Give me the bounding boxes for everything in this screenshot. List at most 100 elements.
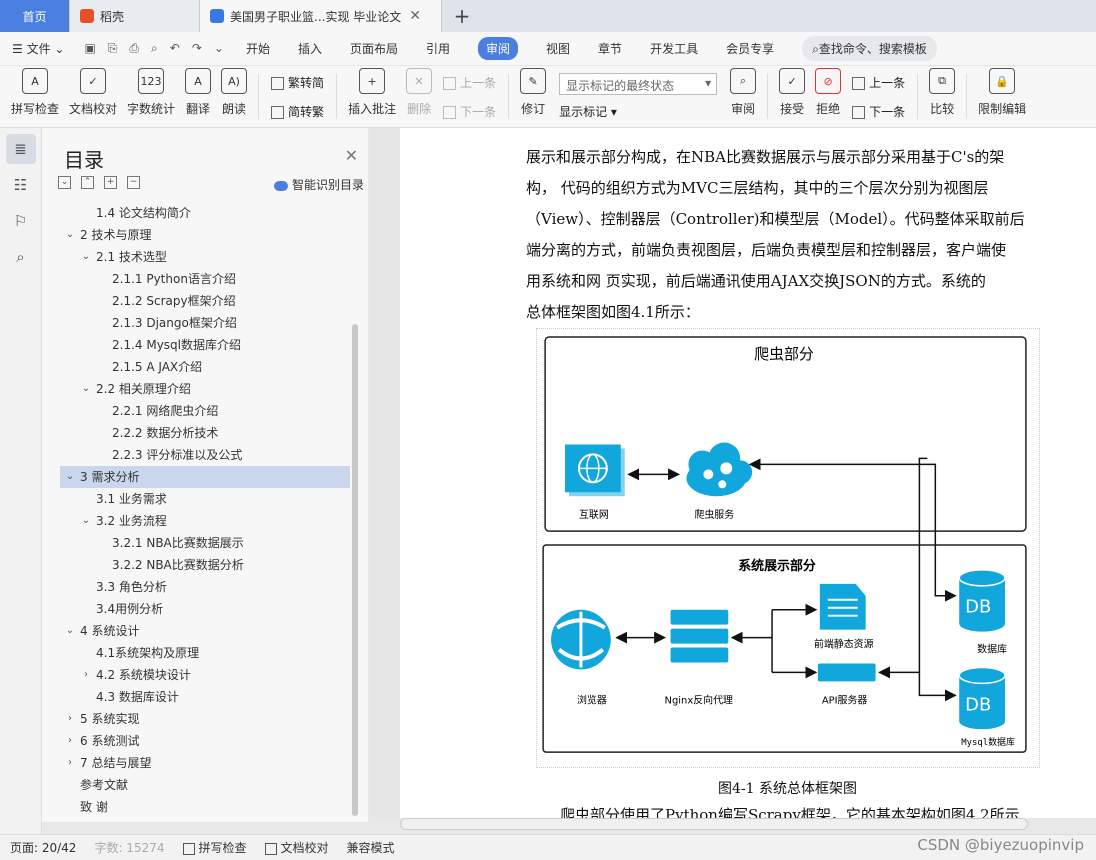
- next-paragraph[interactable]: 爬虫部分使用了Python编写Scrapy框架，它的基本架构如图4.2所示: [560, 804, 1020, 818]
- menu-item-member[interactable]: 会员专享: [726, 40, 774, 57]
- menu-item-view[interactable]: 视图: [546, 40, 570, 57]
- toc-item[interactable]: ⌄ 2 技术与原理: [60, 224, 350, 246]
- menu-item-start[interactable]: 开始: [246, 40, 270, 57]
- toc-item[interactable]: ⌄ 4 系统设计: [60, 620, 350, 642]
- toc-item[interactable]: 2.1.3 Django框架介绍: [60, 312, 350, 334]
- clip-icon[interactable]: ⎘: [108, 41, 118, 56]
- read-aloud-button[interactable]: A) 朗读: [216, 66, 252, 127]
- close-icon[interactable]: ✕: [345, 146, 358, 165]
- toc-item[interactable]: ⌄ 2.1 技术选型: [60, 246, 350, 268]
- toc-item[interactable]: 3.3 角色分析: [60, 576, 350, 598]
- toc-item[interactable]: 2.1.5 A JAX介绍: [60, 356, 350, 378]
- spell-check-button[interactable]: A 拼写检查: [6, 66, 64, 127]
- more-icon[interactable]: ⌄: [214, 41, 224, 56]
- page-indicator[interactable]: 页面: 20/42: [10, 839, 76, 856]
- insert-comment-button[interactable]: + 插入批注: [343, 66, 401, 127]
- review-pane-button[interactable]: ⌕ 审阅: [725, 66, 761, 127]
- word-count-status[interactable]: 字数: 15274: [94, 839, 164, 856]
- markup-state-select[interactable]: 显示标记的最终状态: [559, 73, 718, 95]
- smart-toc-button[interactable]: 智能识别目录: [274, 176, 364, 193]
- chevron-down-icon[interactable]: ⌄: [80, 246, 92, 268]
- toc-item[interactable]: 2.1.1 Python语言介绍: [60, 268, 350, 290]
- toc-item[interactable]: › 6 系统测试: [60, 730, 350, 752]
- toc-item[interactable]: ⌄ 3.2 业务流程: [60, 510, 350, 532]
- chevron-right-icon[interactable]: ›: [80, 664, 92, 686]
- toc-item[interactable]: 4.1系统架构及原理: [60, 642, 350, 664]
- menu-item-review[interactable]: 审阅: [478, 37, 519, 60]
- restrict-editing-button[interactable]: 🔒 限制编辑: [973, 66, 1031, 127]
- reject-button[interactable]: ⊘ 拒绝: [810, 66, 846, 127]
- horizontal-scrollbar[interactable]: [400, 818, 1028, 830]
- simp-to-trad-button[interactable]: 简转繁: [271, 103, 324, 120]
- toc-nav-icon[interactable]: ≣: [5, 134, 36, 164]
- toc-item[interactable]: › 4.2 系统模块设计: [60, 664, 350, 686]
- track-changes-button[interactable]: ✎ 修订: [515, 66, 551, 127]
- body-paragraph[interactable]: 展示和展示部分构成，在NBA比赛数据展示与展示部分采用基于C's的架 构， 代码的…: [526, 142, 1050, 328]
- preview-icon[interactable]: ⌕: [151, 41, 158, 56]
- chevron-down-icon[interactable]: ⌄: [64, 466, 76, 488]
- chevron-down-icon[interactable]: ⌄: [64, 224, 76, 246]
- toc-item[interactable]: 2.1.2 Scrapy框架介绍: [60, 290, 350, 312]
- toc-item[interactable]: 1.4 论文结构简介: [60, 202, 350, 224]
- next-change-button[interactable]: 下一条: [852, 103, 905, 120]
- translate-button[interactable]: A 翻译: [180, 66, 216, 127]
- toc-item[interactable]: 3.1 业务需求: [60, 488, 350, 510]
- trad-to-simp-button[interactable]: 繁转简: [271, 74, 324, 91]
- menu-item-layout[interactable]: 页面布局: [350, 40, 398, 57]
- menu-item-devtools[interactable]: 开发工具: [650, 40, 698, 57]
- toc-item[interactable]: 3.2.1 NBA比赛数据展示: [60, 532, 350, 554]
- doc-proof-button[interactable]: ✓ 文档校对: [64, 66, 122, 127]
- delete-comment-button[interactable]: ✕ 删除: [401, 66, 437, 127]
- toc-item[interactable]: 3.2.2 NBA比赛数据分析: [60, 554, 350, 576]
- toc-scrollbar[interactable]: [352, 324, 358, 816]
- file-menu[interactable]: ☰ 文件 ⌄: [12, 40, 64, 57]
- toc-item[interactable]: 4.3 数据库设计: [60, 686, 350, 708]
- add-heading-icon[interactable]: +: [104, 176, 117, 189]
- toc-item[interactable]: › 7 总结与展望: [60, 752, 350, 774]
- tab-docer[interactable]: 稻壳: [70, 0, 200, 32]
- prev-comment-button[interactable]: 上一条: [443, 74, 496, 91]
- toc-item[interactable]: 3.4用例分析: [60, 598, 350, 620]
- collapse-all-icon[interactable]: ⌄: [58, 176, 71, 189]
- tab-home[interactable]: 首页: [0, 0, 70, 32]
- toc-item[interactable]: 2.2.2 数据分析技术: [60, 422, 350, 444]
- redo-icon[interactable]: ↷: [192, 41, 202, 56]
- show-markup-button[interactable]: 显示标记 ▾: [559, 103, 717, 120]
- tab-document[interactable]: 美国男子职业篮...实现 毕业论文 ✕: [200, 0, 442, 32]
- save-icon[interactable]: ▣: [84, 41, 95, 56]
- toc-item[interactable]: › 5 系统实现: [60, 708, 350, 730]
- toc-item[interactable]: 2.2.1 网络爬虫介绍: [60, 400, 350, 422]
- menu-item-insert[interactable]: 插入: [298, 40, 322, 57]
- chevron-right-icon[interactable]: ›: [64, 730, 76, 752]
- bookmark-icon[interactable]: ⚐: [6, 206, 36, 236]
- word-count-button[interactable]: 123 字数统计: [122, 66, 180, 127]
- toc-item[interactable]: ⌄ 3 需求分析: [60, 466, 350, 488]
- search-nav-icon[interactable]: ⌕: [6, 242, 36, 272]
- expand-all-icon[interactable]: ⌃: [81, 176, 94, 189]
- menu-item-reference[interactable]: 引用: [426, 40, 450, 57]
- print-icon[interactable]: ⎙: [129, 41, 139, 56]
- chevron-down-icon[interactable]: ⌄: [64, 620, 76, 642]
- toc-item[interactable]: 参考文献: [60, 774, 350, 796]
- chevron-down-icon[interactable]: ⌄: [80, 378, 92, 400]
- toc-item[interactable]: 2.1.4 Mysql数据库介绍: [60, 334, 350, 356]
- prev-change-button[interactable]: 上一条: [852, 74, 905, 91]
- next-comment-button[interactable]: 下一条: [443, 103, 496, 120]
- undo-icon[interactable]: ↶: [170, 41, 180, 56]
- spell-check-status[interactable]: 拼写检查: [182, 839, 247, 856]
- doc-proof-status[interactable]: 文档校对: [264, 839, 329, 856]
- chevron-right-icon[interactable]: ›: [64, 708, 76, 730]
- chevron-down-icon[interactable]: ⌄: [80, 510, 92, 532]
- chevron-right-icon[interactable]: ›: [64, 752, 76, 774]
- toc-item[interactable]: 致 谢: [60, 796, 350, 818]
- accept-button[interactable]: ✓ 接受: [774, 66, 810, 127]
- close-tab-icon[interactable]: ✕: [409, 8, 421, 24]
- toc-item[interactable]: 2.2.3 评分标准以及公式: [60, 444, 350, 466]
- new-tab-button[interactable]: +: [442, 0, 482, 32]
- chapter-nav-icon[interactable]: ☷: [6, 170, 36, 200]
- command-search[interactable]: ⌕查找命令、搜索模板: [802, 36, 937, 61]
- menu-item-chapter[interactable]: 章节: [598, 40, 622, 57]
- remove-heading-icon[interactable]: −: [127, 176, 140, 189]
- toc-item[interactable]: ⌄ 2.2 相关原理介绍: [60, 378, 350, 400]
- compare-button[interactable]: ⧉ 比较: [924, 66, 960, 127]
